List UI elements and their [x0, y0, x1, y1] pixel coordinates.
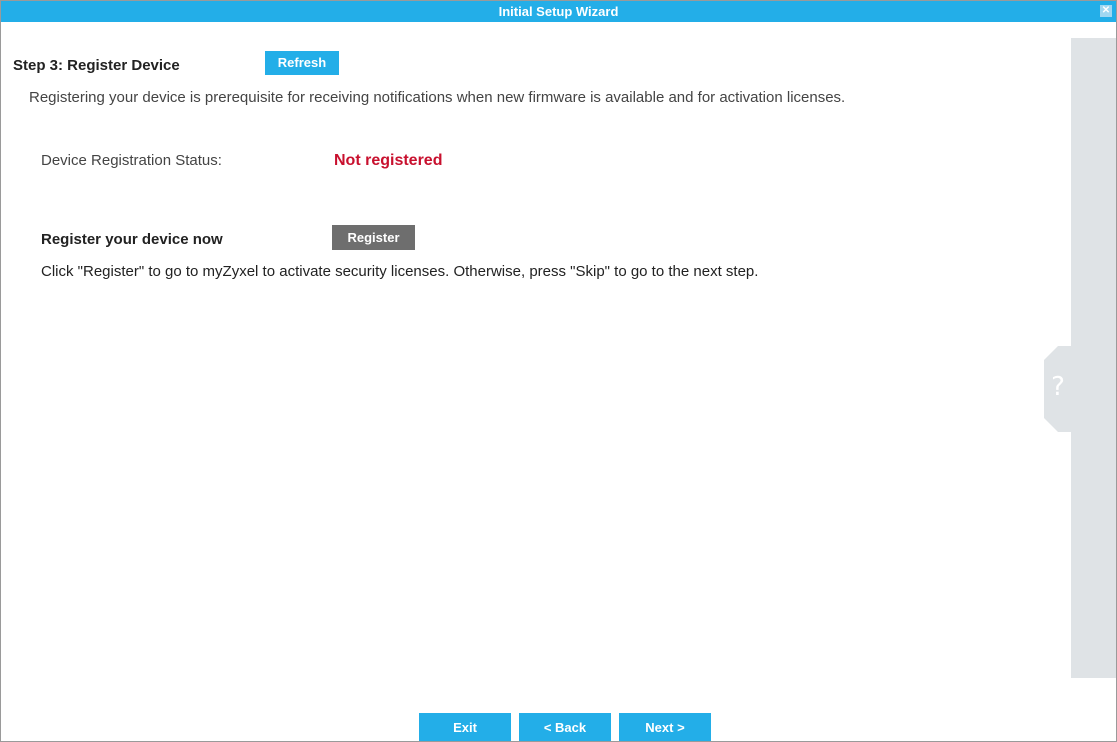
close-icon[interactable]: ✕ — [1100, 5, 1112, 17]
registration-status-label: Device Registration Status: — [41, 152, 222, 169]
refresh-button[interactable]: Refresh — [265, 51, 339, 75]
exit-button[interactable]: Exit — [419, 713, 511, 741]
setup-wizard-window: Initial Setup Wizard ✕ Step 3: Register … — [0, 0, 1117, 742]
window-titlebar: Initial Setup Wizard ✕ — [1, 1, 1116, 22]
next-button[interactable]: Next > — [619, 713, 711, 741]
register-button[interactable]: Register — [332, 225, 415, 250]
help-side-panel — [1071, 38, 1116, 678]
back-button[interactable]: < Back — [519, 713, 611, 741]
registration-status-value: Not registered — [334, 152, 443, 169]
intro-text: Registering your device is prerequisite … — [29, 89, 846, 106]
window-title: Initial Setup Wizard — [498, 4, 619, 19]
step-title: Step 3: Register Device — [13, 57, 180, 74]
register-description: Click "Register" to go to myZyxel to act… — [41, 263, 759, 280]
wizard-footer: Exit < Back Next > — [1, 713, 1116, 741]
register-device-label: Register your device now — [41, 231, 223, 248]
help-glyph: ? — [1051, 372, 1065, 402]
help-icon[interactable]: ? — [1044, 346, 1072, 432]
